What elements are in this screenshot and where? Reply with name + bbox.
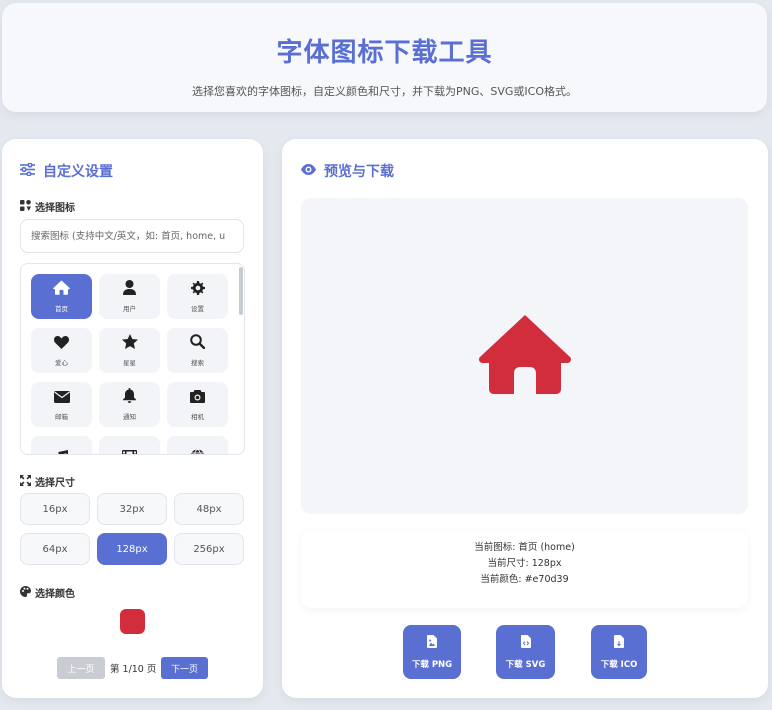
icon-tile-user[interactable]: 用户 [99, 274, 160, 319]
icon-tile-search[interactable]: 搜索 [167, 328, 228, 373]
star-icon [121, 334, 138, 353]
select-color-label: 选择颜色 [35, 589, 75, 600]
icon-tile-heart[interactable]: 爱心 [31, 328, 92, 373]
file-icon [614, 634, 624, 651]
icon-tile-label: 星星 [123, 359, 136, 367]
icon-search-input[interactable] [20, 219, 244, 253]
icon-tile-star[interactable]: 星星 [99, 328, 160, 373]
size-button-256px[interactable]: 256px [174, 533, 244, 565]
settings-title-text: 自定义设置 [43, 164, 113, 180]
color-swatch[interactable] [120, 609, 145, 634]
select-icon-heading: 选择图标 [20, 199, 75, 214]
home-icon [478, 313, 572, 399]
user-icon [123, 280, 136, 299]
download-svg-button[interactable]: 下载 SVG [496, 625, 555, 679]
icon-tile-label: 通知 [123, 413, 136, 421]
select-size-heading: 选择尺寸 [20, 474, 75, 489]
size-button-16px[interactable]: 16px [20, 493, 90, 525]
eye-icon [301, 163, 316, 179]
globe-icon [190, 449, 205, 454]
page-header: 字体图标下载工具 选择您喜欢的字体图标，自定义颜色和尺寸，并下载为PNG、SVG… [2, 3, 767, 112]
icon-info: 当前图标: 首页 (home) 当前尺寸: 128px 当前颜色: #e70d3… [301, 531, 748, 608]
select-icon-label: 选择图标 [35, 203, 75, 214]
select-color-heading: 选择颜色 [20, 585, 75, 600]
heart-icon [54, 334, 69, 353]
music-icon [55, 449, 68, 454]
current-color-text: 当前颜色: #e70d39 [480, 574, 569, 585]
pagination: 上一页 第 1/10 页 下一页 [2, 657, 263, 679]
icon-tile-label: 邮箱 [55, 413, 68, 421]
next-page-button[interactable]: 下一页 [161, 657, 208, 679]
download-png-button[interactable]: 下载 PNG [403, 625, 461, 679]
home-icon [53, 280, 70, 299]
envelope-icon [53, 388, 70, 407]
search-icon [190, 334, 206, 353]
camera-icon [190, 388, 205, 407]
sliders-icon [20, 161, 35, 180]
palette-icon [20, 585, 31, 600]
icon-tile-label: 搜索 [191, 359, 204, 367]
icon-preview-area [301, 198, 748, 514]
select-size-label: 选择尺寸 [35, 478, 75, 489]
gear-icon [190, 280, 205, 299]
icon-tile-label: 相机 [191, 413, 204, 421]
page-title: 字体图标下载工具 [276, 38, 493, 68]
icon-grid-scrollbar[interactable] [239, 267, 243, 315]
icon-grid[interactable]: 首页 用户 设置爱心 星星 搜索邮箱 通知 相机 [20, 263, 245, 455]
download-png-label: 下载 PNG [411, 659, 453, 670]
icon-tile-envelope[interactable]: 邮箱 [31, 382, 92, 427]
icon-tile-label: 首页 [55, 305, 68, 313]
icon-tile-globe[interactable] [167, 436, 228, 454]
expand-icon [20, 474, 31, 489]
icon-tile-label: 用户 [123, 305, 136, 313]
icon-tile-bell[interactable]: 通知 [99, 382, 160, 427]
preview-title-text: 预览与下载 [324, 164, 394, 180]
size-button-32px[interactable]: 32px [97, 493, 167, 525]
current-size-text: 当前尺寸: 128px [487, 558, 562, 569]
bell-icon [123, 388, 136, 407]
preview-title: 预览与下载 [301, 161, 394, 181]
icons-grid-icon [20, 199, 31, 214]
download-ico-button[interactable]: 下载 ICO [591, 625, 647, 679]
download-svg-label: 下载 SVG [505, 659, 546, 670]
size-button-128px[interactable]: 128px [97, 533, 167, 565]
page-info: 第 1/10 页 [110, 664, 157, 675]
icon-tile-music[interactable] [31, 436, 92, 454]
file-image-icon [427, 634, 437, 651]
download-ico-label: 下载 ICO [600, 659, 638, 670]
film-icon [122, 449, 137, 454]
icon-tile-gear[interactable]: 设置 [167, 274, 228, 319]
preview-panel: 预览与下载 当前图标: 首页 (home) 当前尺寸: 128px 当前颜色: … [282, 139, 768, 698]
icon-tile-home[interactable]: 首页 [31, 274, 92, 319]
file-code-icon [520, 634, 531, 651]
settings-title: 自定义设置 [20, 161, 113, 181]
current-icon-text: 当前图标: 首页 (home) [474, 542, 575, 553]
page-subtitle: 选择您喜欢的字体图标，自定义颜色和尺寸，并下载为PNG、SVG或ICO格式。 [192, 85, 577, 98]
size-button-64px[interactable]: 64px [20, 533, 90, 565]
icon-tile-label: 设置 [191, 305, 204, 313]
icon-tile-camera[interactable]: 相机 [167, 382, 228, 427]
icon-tile-film[interactable] [99, 436, 160, 454]
settings-panel: 自定义设置 选择图标 首页 用户 设置爱心 星星 搜索邮箱 通知 相机 选择尺寸 16px3… [2, 139, 263, 698]
size-button-48px[interactable]: 48px [174, 493, 244, 525]
icon-tile-label: 爱心 [55, 359, 68, 367]
prev-page-button[interactable]: 上一页 [57, 657, 105, 679]
